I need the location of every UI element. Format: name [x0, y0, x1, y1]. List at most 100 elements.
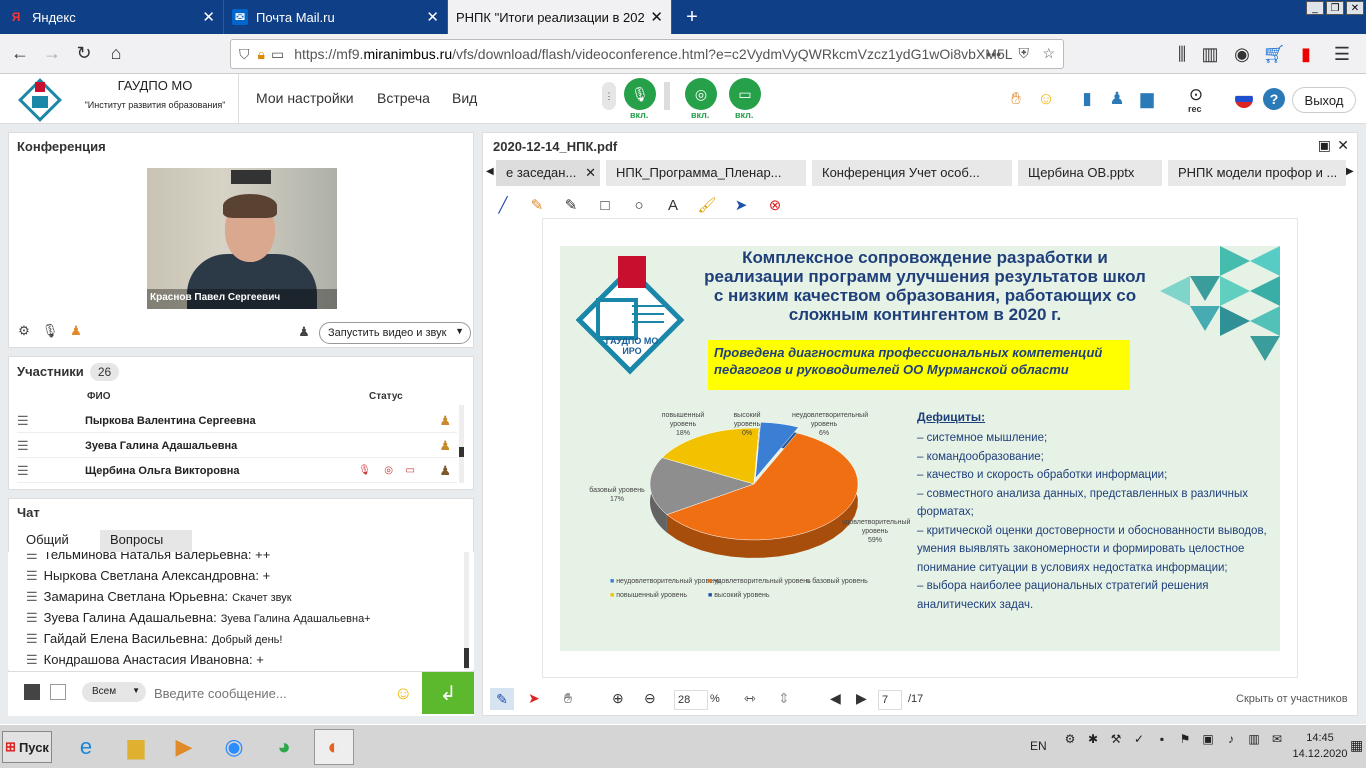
tray-icon[interactable]: ⚙	[1060, 729, 1080, 749]
doc-tab[interactable]: НПК_Программа_Пленар...	[606, 160, 806, 186]
folder-icon[interactable]: ▆	[1136, 88, 1158, 110]
poll-chart-icon[interactable]: ▮	[1076, 88, 1098, 110]
sidebar-icon[interactable]: ▥	[1194, 38, 1226, 70]
tray-icon[interactable]: ▪	[1152, 729, 1172, 749]
text-tool-icon[interactable]: A	[662, 194, 684, 216]
russian-flag-icon[interactable]	[1233, 88, 1255, 110]
fit-height-icon[interactable]: ⇕	[778, 690, 790, 707]
tray-icon[interactable]: ♪	[1221, 729, 1241, 749]
next-page-icon[interactable]: ▶	[856, 690, 867, 707]
menu-view[interactable]: Вид	[452, 90, 477, 106]
tray-icon[interactable]: ✓	[1129, 729, 1149, 749]
ie-icon[interactable]: e	[66, 729, 106, 765]
clock[interactable]: 14:45 14.12.2020	[1290, 730, 1350, 762]
mic-settings-icon[interactable]: 🎙︎	[41, 322, 59, 340]
bookmark-star-icon[interactable]: ☆	[1042, 45, 1055, 62]
close-window-icon[interactable]: ✕	[1346, 1, 1364, 15]
menu-meeting[interactable]: Встреча	[377, 90, 430, 106]
pencil-tool-icon[interactable]: ✎	[560, 194, 582, 216]
browser-tab-conference[interactable]: РНПК "Итоги реализации в 2020 год ✕	[448, 0, 672, 34]
menu-my-settings[interactable]: Мои настройки	[256, 90, 354, 106]
reload-icon[interactable]: ↻	[68, 38, 100, 70]
drag-handle-icon[interactable]: ☰	[17, 413, 41, 429]
prev-page-icon[interactable]: ◀	[830, 690, 841, 707]
forward-icon[interactable]: →	[36, 38, 68, 70]
fit-width-icon[interactable]: ⇿	[744, 690, 756, 707]
rectangle-tool-icon[interactable]: □	[594, 194, 616, 216]
tray-icon[interactable]: ⚑	[1175, 729, 1195, 749]
exit-button[interactable]: Выход	[1292, 87, 1356, 113]
show-desktop-icon[interactable]: ▦	[1350, 737, 1363, 754]
start-button[interactable]: ⊞ Пуск	[2, 731, 52, 763]
mic-toggle-button[interactable]: 🎙︎	[624, 78, 656, 110]
participant-row[interactable]: ☰ Зуева Галина Адашальевна ♟	[17, 434, 457, 458]
line-tool-icon[interactable]: ╱	[492, 194, 514, 216]
camera-toggle-button[interactable]: ◎	[685, 78, 717, 110]
tray-icon[interactable]: ⚒	[1106, 729, 1126, 749]
cart-icon[interactable]: 🛒︎	[1258, 38, 1290, 70]
minimize-icon[interactable]: _	[1306, 1, 1324, 15]
user-settings-icon[interactable]: ♟	[67, 322, 85, 340]
extension-icon[interactable]: ▮	[1290, 38, 1322, 70]
pocket-icon[interactable]: ⛨	[1019, 45, 1030, 62]
browser-tab-mail[interactable]: ✉ Почта Mail.ru ✕	[224, 0, 448, 34]
close-panel-icon[interactable]: ✕	[1337, 137, 1349, 154]
pointer-icon[interactable]: ➤	[528, 690, 540, 707]
chat-tab-questions[interactable]: Вопросы	[100, 530, 192, 552]
tab-scroll-left-icon[interactable]: ◀	[486, 166, 494, 177]
zoom-input[interactable]: 28	[674, 690, 708, 710]
audience-select[interactable]: Всем ▼	[82, 682, 146, 702]
participant-row[interactable]: ☰ Щербина Ольга Викторовна 🎙︎ ◎ ▭ ♟	[17, 459, 457, 483]
back-icon[interactable]: ←	[4, 38, 36, 70]
tray-icon[interactable]: ✉	[1267, 729, 1287, 749]
camera-settings-icon[interactable]: ⚙	[15, 322, 33, 340]
mic-slider-icon[interactable]: ⋮	[602, 82, 616, 110]
ellipse-tool-icon[interactable]: ○	[628, 194, 650, 216]
doc-tab[interactable]: РНПК модели профор и ...	[1168, 160, 1346, 186]
chat-tab-general[interactable]: Общий	[16, 530, 79, 552]
tab-scroll-right-icon[interactable]: ▶	[1346, 166, 1354, 177]
menu-icon[interactable]: ☰	[1326, 38, 1358, 70]
tray-icon[interactable]: ✱	[1083, 729, 1103, 749]
highlighter-tool-icon[interactable]: ✎	[526, 194, 548, 216]
zoom-in-icon[interactable]: ⊕	[612, 690, 624, 707]
text-color-icon[interactable]	[24, 684, 40, 700]
volume-slider[interactable]	[664, 82, 670, 110]
drag-handle-icon[interactable]: ☰	[17, 438, 41, 454]
pan-hand-icon[interactable]: ✋︎	[564, 690, 572, 707]
account-icon[interactable]: ◉	[1226, 38, 1258, 70]
url-bar[interactable]: ⛉ 🔒︎ ▭ https://mf9. miranimbus.ru/vfs/dow…	[230, 39, 1064, 69]
home-icon[interactable]: ⌂	[100, 38, 132, 70]
participants-scroll-thumb[interactable]	[459, 447, 464, 457]
doc-tab[interactable]: Конференция Учет особ...	[812, 160, 1012, 186]
tray-icon[interactable]: ▣	[1198, 729, 1218, 749]
chat-scroll-thumb[interactable]	[464, 648, 469, 668]
close-tab-icon[interactable]: ✕	[202, 8, 215, 26]
start-av-button[interactable]: Запустить видео и звук ▼	[319, 322, 471, 344]
zoom-out-icon[interactable]: ⊖	[644, 690, 656, 707]
video-feed[interactable]: Краснов Павел Сергеевич	[147, 168, 337, 309]
close-tab-icon[interactable]: ✕	[426, 8, 439, 26]
record-icon[interactable]: ⊙	[1185, 84, 1207, 106]
participant-row[interactable]: ☰ Пыркова Валентина Сергеевна ♟	[17, 409, 457, 433]
emoji-icon[interactable]: ☺	[1035, 88, 1057, 110]
brush-tool-icon[interactable]: 🖌︎	[696, 194, 718, 216]
close-tab-icon[interactable]: ✕	[650, 8, 663, 26]
doc-tab[interactable]: Щербина ОВ.pptx	[1018, 160, 1162, 186]
tray-icon[interactable]: ▥	[1244, 729, 1264, 749]
firefox-icon[interactable]: ◐	[314, 729, 354, 765]
language-indicator[interactable]: EN	[1030, 739, 1047, 753]
raise-hand-icon[interactable]: ✋︎	[1005, 88, 1027, 110]
browser-tab-yandex[interactable]: Я Яндекс ✕	[0, 0, 224, 34]
new-tab-button[interactable]: +	[672, 0, 712, 34]
screen-share-button[interactable]: ▭	[729, 78, 761, 110]
participants-scrollbar[interactable]	[459, 405, 464, 483]
pointer-tool-icon[interactable]: ➤	[730, 194, 752, 216]
chrome-icon[interactable]: ◕	[264, 729, 304, 765]
send-button[interactable]: ↲	[422, 672, 474, 714]
bg-color-icon[interactable]	[50, 684, 66, 700]
explorer-icon[interactable]: ▆	[116, 729, 156, 765]
page-actions-icon[interactable]: •••	[986, 46, 1001, 62]
page-input[interactable]: 7	[878, 690, 902, 710]
doc-tab-active[interactable]: е заседан... ✕	[496, 160, 600, 186]
